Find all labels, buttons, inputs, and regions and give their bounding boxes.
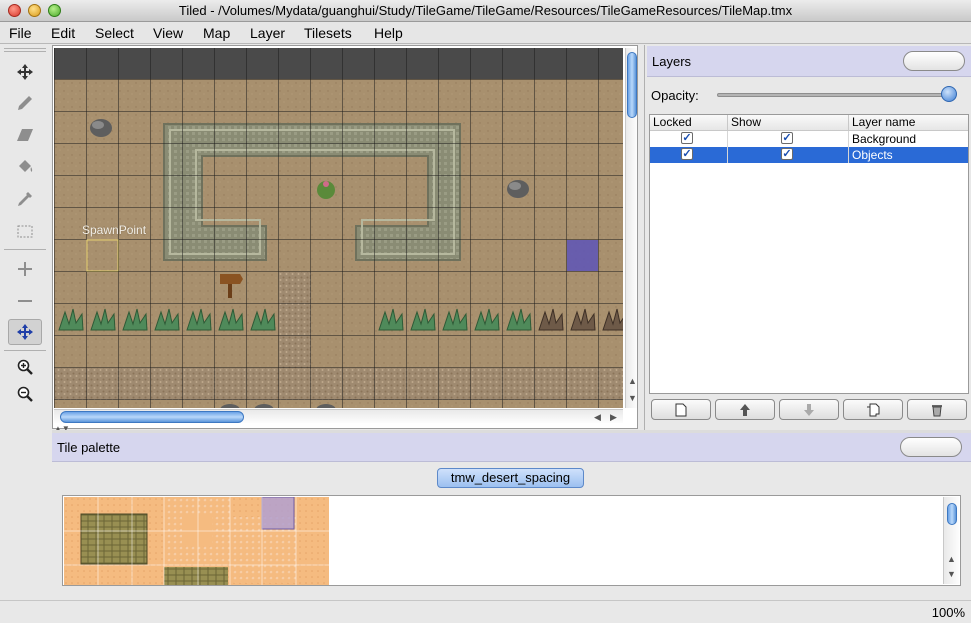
move-icon[interactable]	[8, 59, 42, 85]
tile-palette-panel: Tile palette tmw_desert_spacing ▲ ▼	[52, 433, 971, 600]
map-view[interactable]: SpawnPoint ▲ ▼ ◀ ▶ ▲ ▼	[52, 45, 638, 433]
column-header-locked[interactable]: Locked	[650, 115, 728, 131]
tool-bar	[0, 45, 50, 600]
add-icon[interactable]	[8, 256, 42, 282]
opacity-slider-track[interactable]	[717, 93, 953, 97]
column-header-layer-name[interactable]: Layer name	[849, 115, 968, 131]
delete-layer-icon	[932, 404, 942, 416]
palette-vertical-scrollbar[interactable]: ▲ ▼	[943, 497, 959, 584]
layers-panel-title: Layers	[652, 54, 692, 69]
zoom-level: 100%	[931, 605, 965, 620]
object-select-icon[interactable]	[8, 319, 42, 345]
map-horizontal-scroll-thumb[interactable]	[60, 411, 244, 423]
scroll-down-arrow-icon[interactable]: ▼	[628, 393, 637, 403]
show-checkbox[interactable]: ✓	[781, 132, 793, 144]
menu-select[interactable]: Select	[95, 24, 134, 42]
status-bar: 100%	[0, 600, 971, 623]
stamp-brush-icon[interactable]	[8, 90, 42, 116]
map-horizontal-scrollbar[interactable]: ◀ ▶	[54, 409, 623, 423]
menu-map[interactable]: Map	[203, 24, 230, 42]
toolbar-separator	[4, 350, 46, 351]
move-layer-down-button[interactable]	[779, 399, 839, 420]
close-window-icon[interactable]	[8, 4, 21, 17]
menubar: File Edit Select View Map Layer Tilesets…	[0, 22, 971, 44]
menu-edit[interactable]: Edit	[51, 24, 75, 42]
zoom-out-icon[interactable]	[8, 381, 42, 407]
map-vertical-scrollbar[interactable]: ▲ ▼	[625, 48, 637, 408]
map-canvas[interactable]: SpawnPoint	[54, 48, 623, 408]
rectangle-select-icon[interactable]	[8, 218, 42, 244]
minimize-window-icon[interactable]	[28, 4, 41, 17]
toolbar-separator	[4, 249, 46, 250]
spawn-point-label: SpawnPoint	[82, 223, 147, 237]
move-layer-up-button[interactable]	[715, 399, 775, 420]
toolbar-grip	[4, 48, 46, 49]
menu-tilesets[interactable]: Tilesets	[304, 24, 352, 42]
layer-name: Objects	[852, 148, 893, 162]
scroll-right-arrow-icon[interactable]: ▶	[610, 412, 617, 422]
tile-palette-header: Tile palette	[52, 433, 971, 462]
locked-checkbox[interactable]: ✓	[681, 148, 693, 160]
palette-scroll-up-icon[interactable]: ▲	[947, 554, 956, 564]
show-checkbox[interactable]: ✓	[781, 148, 793, 160]
remove-icon[interactable]	[8, 288, 42, 314]
layer-row-background[interactable]: ✓ ✓ Background	[650, 131, 968, 147]
layer-name: Background	[852, 132, 917, 146]
new-layer-button[interactable]	[651, 399, 711, 420]
eyedropper-icon[interactable]	[8, 186, 42, 212]
window-titlebar: Tiled - /Volumes/Mydata/guanghui/Study/T…	[0, 0, 971, 22]
window-title: Tiled - /Volumes/Mydata/guanghui/Study/T…	[178, 3, 793, 18]
map-vertical-scroll-thumb[interactable]	[627, 52, 637, 118]
tileset-image[interactable]	[64, 497, 334, 585]
bucket-fill-icon[interactable]	[8, 154, 42, 180]
zoom-in-icon[interactable]	[8, 354, 42, 380]
move-layer-down-icon	[804, 403, 814, 416]
column-header-show[interactable]: Show	[728, 115, 849, 131]
layers-panel-header: Layers	[647, 46, 971, 77]
toolbar-grip	[4, 51, 46, 52]
palette-scroll-thumb[interactable]	[947, 503, 957, 525]
move-layer-up-icon	[740, 403, 750, 416]
layers-panel-toggle-button[interactable]	[903, 51, 965, 71]
zoom-window-icon[interactable]	[48, 4, 61, 17]
menu-view[interactable]: View	[153, 24, 183, 42]
meta-tile-object[interactable]	[567, 240, 598, 271]
palette-scroll-down-icon[interactable]: ▼	[947, 569, 956, 579]
menu-layer[interactable]: Layer	[250, 24, 285, 42]
layer-table[interactable]: Locked Show Layer name ✓ ✓ Background ✓ …	[649, 114, 969, 394]
eraser-icon[interactable]	[8, 122, 42, 148]
opacity-slider-knob[interactable]	[941, 86, 957, 102]
duplicate-layer-icon	[867, 403, 880, 416]
opacity-label: Opacity:	[651, 88, 699, 103]
locked-checkbox[interactable]: ✓	[681, 132, 693, 144]
menu-file[interactable]: File	[9, 24, 32, 42]
scroll-left-arrow-icon[interactable]: ◀	[594, 412, 601, 422]
new-layer-icon	[675, 403, 687, 416]
layers-panel: Layers Opacity: Locked Show Layer name ✓…	[644, 45, 971, 430]
tile-palette-title: Tile palette	[57, 440, 121, 455]
duplicate-layer-button[interactable]	[843, 399, 903, 420]
tile-palette-toggle-button[interactable]	[900, 437, 962, 457]
tileset-tab[interactable]: tmw_desert_spacing	[437, 468, 584, 488]
menu-help[interactable]: Help	[374, 24, 403, 42]
delete-layer-button[interactable]	[907, 399, 967, 420]
scroll-up-arrow-icon[interactable]: ▲	[628, 376, 637, 386]
layer-row-objects[interactable]: ✓ ✓ Objects	[650, 147, 968, 163]
tileset-view[interactable]: ▲ ▼	[62, 495, 961, 586]
